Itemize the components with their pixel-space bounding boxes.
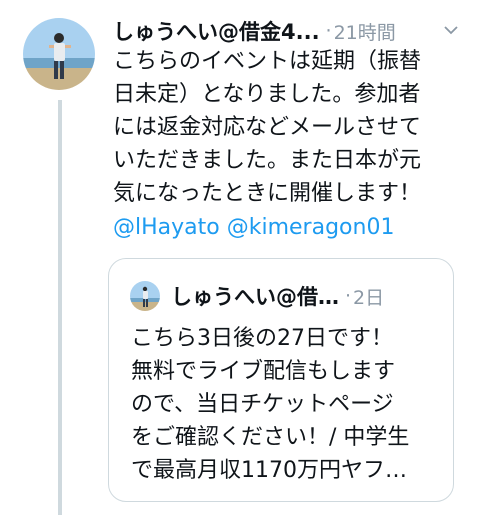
quoted-author-name: しゅうへい@借…: [171, 285, 339, 309]
separator-dot: ·: [325, 20, 332, 42]
quoted-text-line: をご確認ください！/ 中学生: [131, 425, 410, 450]
tweet-text-line: こちらのイベントは延期（振替: [113, 49, 422, 74]
mention-link[interactable]: @lHayato: [113, 215, 220, 240]
quoted-text-line: で最高月収1170万円ヤフ…: [131, 458, 407, 483]
author-name[interactable]: しゅうへい@借金4...: [113, 16, 320, 46]
tweet-header: しゅうへい@借金4... · 21時間: [113, 14, 463, 48]
tweet-text-line: いただきました。また日本が元: [113, 148, 422, 173]
tweet-timestamp[interactable]: 21時間: [334, 18, 396, 45]
mention-link[interactable]: @kimeragon01: [227, 215, 395, 240]
tweet-text-line: 気になったときに開催します！: [113, 181, 422, 206]
quoted-avatar-photo: [130, 281, 160, 311]
tweet-text-line: 日未定）となりました。参加者: [113, 82, 421, 107]
tweet-text-line: には返金対応などメールさせて: [113, 115, 422, 140]
avatar-photo: [23, 18, 95, 90]
avatar[interactable]: [23, 18, 95, 90]
quoted-text-line: こちら3日後の27日です！: [131, 326, 393, 351]
quoted-tweet-card[interactable]: しゅうへい@借… · 2日 こちら3日後の27日です！ 無料でライブ配信もします…: [108, 258, 454, 502]
quoted-avatar: [130, 281, 160, 311]
thread-connector-line: [58, 100, 62, 515]
tweet-text: こちらのイベントは延期（振替 日未定）となりました。参加者 には返金対応などメー…: [113, 45, 469, 210]
separator-dot: ·: [345, 285, 352, 307]
quoted-tweet-header: しゅうへい@借… · 2日: [171, 279, 446, 313]
chevron-down-icon[interactable]: [443, 22, 459, 42]
quoted-text-line: 無料でライブ配信もします: [131, 359, 396, 384]
mentions: @lHayato @kimeragon01: [113, 211, 394, 244]
quoted-tweet-text: こちら3日後の27日です！ 無料でライブ配信もします ので、当日チケットページ …: [131, 322, 449, 487]
quoted-text-line: ので、当日チケットページ: [131, 392, 394, 417]
quoted-tweet-timestamp: 2日: [353, 286, 385, 309]
